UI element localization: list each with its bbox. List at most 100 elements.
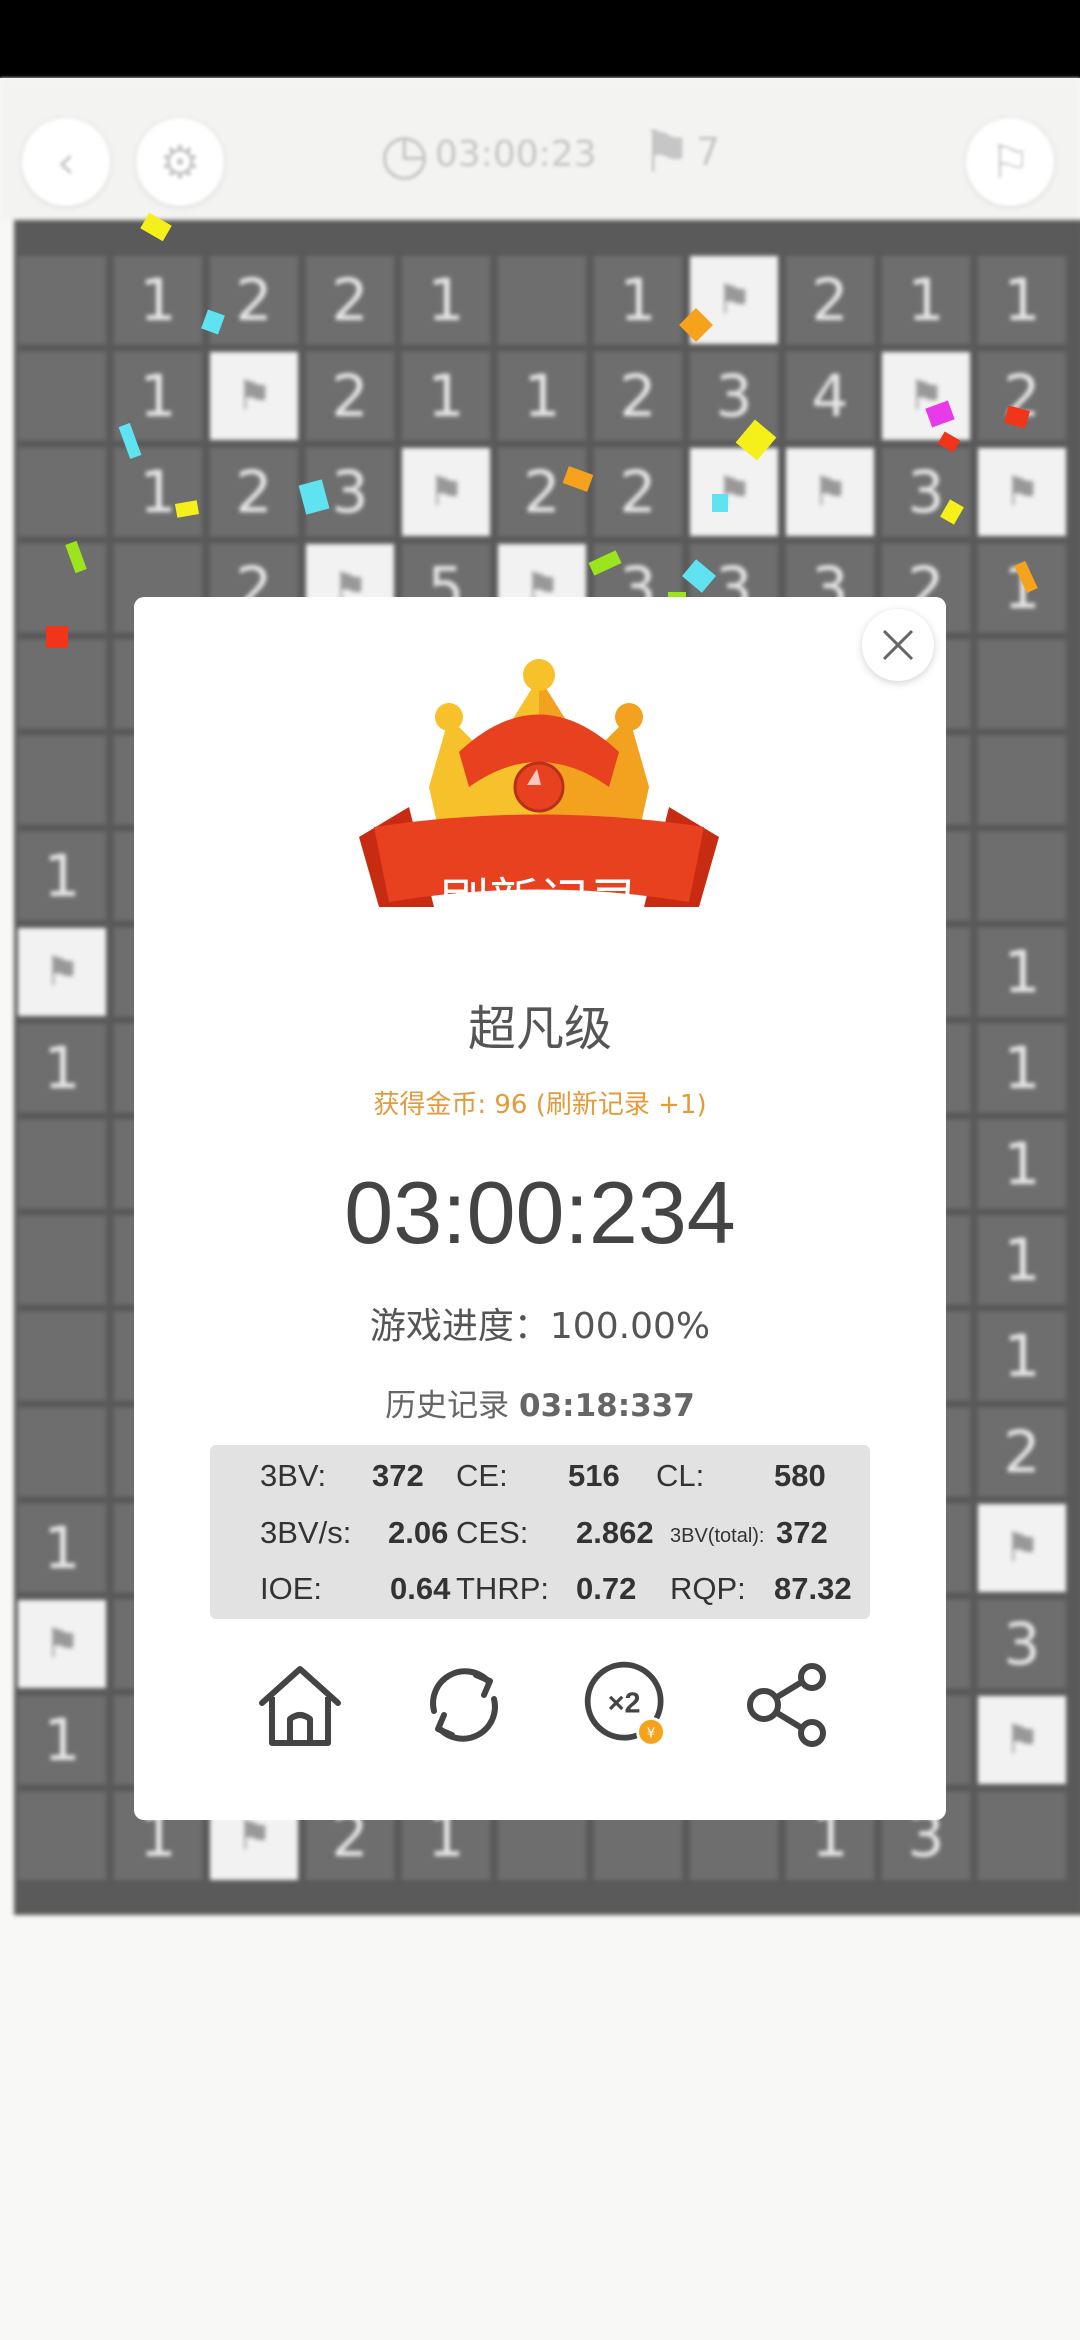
board-cell[interactable]: 1 xyxy=(402,352,490,440)
stat-label: 3BV(total): xyxy=(670,1525,765,1547)
stat-value: 372 xyxy=(776,1515,828,1550)
board-cell[interactable]: 1 xyxy=(978,1312,1066,1400)
board-cell[interactable]: 2 xyxy=(594,448,682,536)
stats-panel: 3BV: 372 CE: 516 CL: 580 3BV/s: 2.06 CES… xyxy=(210,1445,870,1619)
confetti-piece xyxy=(46,626,68,648)
stat-value: 580 xyxy=(774,1458,826,1493)
board-cell-flagged[interactable]: ⚑ xyxy=(402,448,490,536)
stat-value: 372 xyxy=(372,1458,424,1493)
gear-icon: ⚙ xyxy=(159,135,201,189)
board-cell[interactable] xyxy=(18,352,106,440)
restart-button[interactable] xyxy=(416,1657,512,1753)
board-cell[interactable]: 1 xyxy=(882,256,970,344)
double-reward-button[interactable]: ×2 ¥ xyxy=(580,1657,676,1753)
stat-value: 2.862 xyxy=(576,1515,654,1550)
board-cell[interactable]: 2 xyxy=(786,256,874,344)
settings-button[interactable]: ⚙ xyxy=(136,118,224,206)
board-cell[interactable] xyxy=(18,544,106,632)
chevron-left-icon: ‹ xyxy=(56,135,76,189)
board-cell[interactable]: 2 xyxy=(210,448,298,536)
timer-value: 03:00:23 xyxy=(434,134,597,175)
board-cell[interactable]: 1 xyxy=(594,256,682,344)
board-cell[interactable]: 2 xyxy=(498,448,586,536)
board-cell[interactable] xyxy=(978,1792,1066,1880)
board-cell-flagged[interactable]: ⚑ xyxy=(18,1600,106,1688)
board-cell[interactable] xyxy=(18,1216,106,1304)
board-cell[interactable] xyxy=(18,1120,106,1208)
board-cell[interactable] xyxy=(18,736,106,824)
board-cell[interactable]: 2 xyxy=(978,1408,1066,1496)
stat-label: IOE: xyxy=(260,1571,323,1606)
board-cell[interactable] xyxy=(978,736,1066,824)
svg-text:×2: ×2 xyxy=(608,1688,641,1720)
board-cell[interactable]: 2 xyxy=(594,352,682,440)
board-cell[interactable]: 1 xyxy=(978,1120,1066,1208)
board-cell[interactable]: 1 xyxy=(978,928,1066,1016)
status-bar xyxy=(0,0,1080,78)
share-icon xyxy=(747,1663,826,1747)
board-cell[interactable] xyxy=(498,256,586,344)
board-cell[interactable] xyxy=(18,448,106,536)
board-cell-flagged[interactable]: ⚑ xyxy=(786,448,874,536)
board-cell[interactable] xyxy=(18,1408,106,1496)
board-cell[interactable] xyxy=(18,1792,106,1880)
board-cell[interactable] xyxy=(18,640,106,728)
flag-mode-button[interactable]: ⚐ xyxy=(966,118,1054,206)
board-cell-flagged[interactable]: ⚑ xyxy=(690,448,778,536)
board-cell[interactable] xyxy=(18,1312,106,1400)
board-cell[interactable]: 1 xyxy=(114,256,202,344)
board-cell[interactable]: 4 xyxy=(786,352,874,440)
board-cell[interactable]: 1 xyxy=(18,832,106,920)
board-cell-flagged[interactable]: ⚑ xyxy=(18,928,106,1016)
action-bar: ×2 ¥ xyxy=(134,1657,946,1767)
board-cell[interactable]: 1 xyxy=(18,1504,106,1592)
close-icon xyxy=(882,629,914,661)
board-cell[interactable]: 1 xyxy=(18,1696,106,1784)
stat-value: 0.72 xyxy=(576,1571,637,1606)
close-button[interactable] xyxy=(862,609,934,681)
game-timer: ◷ 03:00:23 xyxy=(380,122,597,187)
board-cell-flagged[interactable]: ⚑ xyxy=(882,352,970,440)
board-cell[interactable]: 3 xyxy=(978,1600,1066,1688)
share-button[interactable] xyxy=(740,1657,836,1753)
board-cell[interactable]: 2 xyxy=(210,256,298,344)
board-cell[interactable] xyxy=(18,256,106,344)
double-coins-icon: ×2 ¥ xyxy=(584,1661,666,1747)
board-cell[interactable]: 1 xyxy=(498,352,586,440)
board-cell-flagged[interactable]: ⚑ xyxy=(210,352,298,440)
refresh-icon xyxy=(430,1668,498,1742)
stat-label: 3BV/s: xyxy=(260,1515,352,1550)
history-record: 历史记录 03:18:337 xyxy=(134,1380,946,1425)
board-cell[interactable] xyxy=(978,832,1066,920)
board-cell[interactable]: 2 xyxy=(306,352,394,440)
board-cell[interactable]: 3 xyxy=(882,448,970,536)
board-cell-flagged[interactable]: ⚑ xyxy=(978,448,1066,536)
level-title: 超凡级 xyxy=(467,1001,612,1057)
board-cell[interactable]: 1 xyxy=(114,448,202,536)
board-cell[interactable]: 1 xyxy=(402,256,490,344)
stat-label: CES: xyxy=(456,1515,529,1550)
flag-icon: ⚑ xyxy=(640,118,692,186)
board-cell[interactable]: 1 xyxy=(978,256,1066,344)
record-dialog: 刷新记录 超凡级 获得金币: 96 (刷新记录 +1) 03:00:234 游戏… xyxy=(134,597,946,1820)
stat-label: 3BV: xyxy=(260,1458,327,1493)
board-cell[interactable]: 2 xyxy=(306,256,394,344)
home-button[interactable] xyxy=(252,1657,348,1753)
board-cell[interactable]: 1 xyxy=(978,544,1066,632)
stat-label: RQP: xyxy=(670,1571,746,1606)
back-button[interactable]: ‹ xyxy=(22,118,110,206)
board-cell-flagged[interactable]: ⚑ xyxy=(978,1504,1066,1592)
history-value: 03:18:337 xyxy=(519,1388,695,1424)
board-cell[interactable]: 1 xyxy=(18,1024,106,1112)
board-cell-flagged[interactable]: ⚑ xyxy=(978,1696,1066,1784)
game-progress: 游戏进度：100.00% xyxy=(369,1306,711,1347)
board-cell[interactable]: 1 xyxy=(978,1024,1066,1112)
board-cell[interactable]: 1 xyxy=(978,1216,1066,1304)
coins-earned: 获得金币: 96 (刷新记录 +1) xyxy=(373,1090,707,1120)
board-cell[interactable]: 3 xyxy=(690,352,778,440)
stat-value: 87.32 xyxy=(774,1571,852,1606)
confetti-piece xyxy=(712,494,728,512)
stat-label: THRP: xyxy=(456,1571,549,1606)
clock-icon: ◷ xyxy=(380,122,429,187)
board-cell[interactable] xyxy=(978,640,1066,728)
